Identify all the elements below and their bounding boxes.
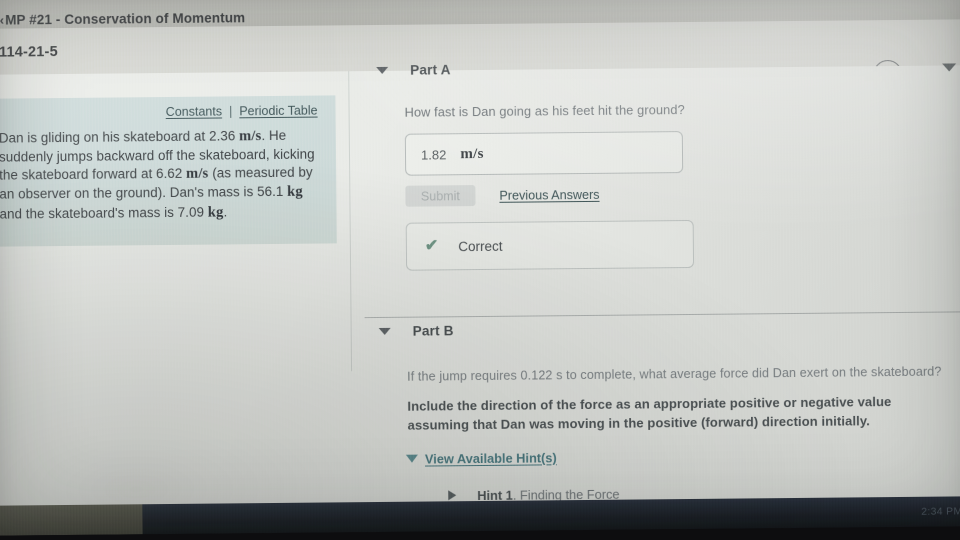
- collapse-caret-icon[interactable]: [376, 66, 389, 74]
- periodic-table-link[interactable]: Periodic Table: [239, 104, 317, 119]
- part-a-actions: Submit Previous Answers: [405, 180, 960, 207]
- submit-button[interactable]: Submit: [405, 185, 476, 207]
- course-title: ‹MP #21 - Conservation of Momentum: [0, 10, 245, 27]
- page-body: Constants | Periodic Table Dan is gliding …: [0, 62, 960, 536]
- problem-text: Dan is gliding on his skateboard at 2.36…: [0, 127, 325, 225]
- back-arrow-icon[interactable]: ‹: [0, 13, 4, 28]
- caret-right-icon: [448, 490, 457, 501]
- part-a-label: Part A: [410, 61, 451, 78]
- answer-unit: m/s: [460, 145, 484, 162]
- course-title-text: MP #21 - Conservation of Momentum: [5, 10, 246, 28]
- problem-text-part-5: .: [223, 204, 228, 220]
- part-a-chevron-down-icon[interactable]: [942, 63, 957, 72]
- unit-mass-board: kg: [207, 204, 224, 221]
- unit-mass-dan: kg: [287, 184, 303, 201]
- unit-velocity-board: m/s: [186, 165, 209, 182]
- part-a-answer-row: 1.82 m/s: [404, 128, 960, 176]
- part-b-question: If the jump requires 0.122 s to complete…: [407, 364, 942, 384]
- constants-link[interactable]: Constants: [166, 104, 222, 119]
- collapse-caret-icon[interactable]: [378, 327, 391, 335]
- part-b-header[interactable]: Part B: [364, 311, 960, 345]
- link-separator: |: [228, 104, 233, 119]
- answer-value: 1.82: [420, 146, 447, 163]
- part-b-note: Include the direction of the force as an…: [407, 394, 892, 433]
- column-divider: [348, 71, 353, 372]
- parts-column: Part A How fast is Dan going as his feet…: [362, 62, 960, 504]
- check-icon: ✔: [424, 237, 439, 255]
- caret-down-icon: [405, 454, 418, 463]
- unit-velocity-initial: m/s: [239, 128, 262, 145]
- resource-links: Constants | Periodic Table: [0, 104, 324, 121]
- problem-statement-panel: Constants | Periodic Table Dan is gliding …: [0, 95, 337, 247]
- screen-photo: ‹MP #21 - Conservation of Momentum 114-2…: [0, 0, 960, 540]
- monitor-screen: ‹MP #21 - Conservation of Momentum 114-2…: [0, 0, 960, 536]
- problem-text-part-1: Dan is gliding on his skateboard at 2.36: [0, 128, 236, 146]
- assignment-id: 114-21-5: [0, 44, 58, 61]
- part-a-question: How fast is Dan going as his feet hit th…: [404, 102, 685, 120]
- desktop-strip: [0, 504, 143, 536]
- view-hints-label: View Available Hint(s): [424, 449, 557, 467]
- part-b-label: Part B: [412, 322, 454, 339]
- correct-status-box: ✔ Correct: [405, 219, 695, 271]
- part-a-header[interactable]: Part A: [362, 51, 960, 83]
- taskbar-clock[interactable]: 2:34 PM: [921, 505, 960, 517]
- view-hints-toggle[interactable]: View Available Hint(s): [405, 446, 960, 467]
- part-b-section: Part B If the jump requires 0.122 s to c…: [364, 311, 960, 504]
- previous-answers-link[interactable]: Previous Answers: [499, 187, 599, 202]
- problem-text-part-4: and the skateboard's mass is 7.09: [0, 204, 205, 222]
- answer-input[interactable]: 1.82 m/s: [404, 131, 684, 176]
- status-badge: Correct: [458, 238, 503, 254]
